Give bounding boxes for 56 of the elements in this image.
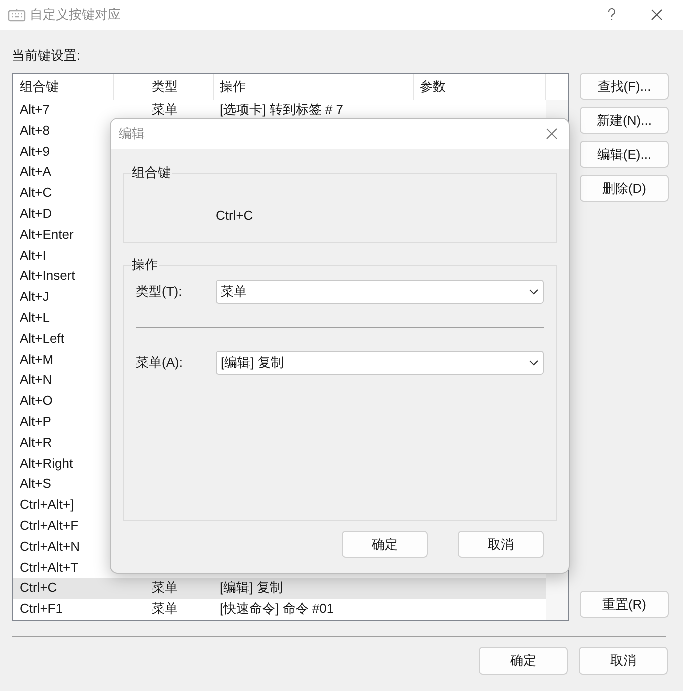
column-header[interactable]: 操作 (214, 74, 414, 100)
column-header[interactable]: 类型 (114, 74, 214, 100)
column-header[interactable]: 参数 (414, 74, 546, 100)
table-cell-text: [编辑] 复制 (219, 579, 283, 598)
close-icon[interactable] (651, 9, 663, 21)
table-cell-text: 菜单 (151, 600, 179, 618)
section-label: 当前键设置: (12, 47, 82, 65)
table-cell-text: Alt+N (19, 371, 54, 390)
footer-button[interactable]: 确定 (479, 647, 568, 675)
table-cell-text: Alt+9 (19, 142, 51, 161)
table-cell-text: Ctrl+Alt+T (19, 558, 80, 577)
dropdown[interactable]: 菜单 (216, 280, 544, 304)
keyboard-icon (8, 8, 26, 22)
column-header[interactable]: 组合键 (13, 74, 114, 100)
footer-button[interactable]: 取消 (579, 647, 668, 675)
table-cell-text: Alt+C (19, 184, 54, 202)
table-cell-text: [快速命令] 命令 #01 (219, 600, 334, 618)
table-cell-text: Alt+Insert (19, 267, 76, 286)
side-button[interactable]: 编辑(E)... (580, 141, 669, 168)
table-cell-text: Ctrl+Alt+F (19, 516, 80, 535)
table-row[interactable]: Ctrl+F1 菜单 [快速命令] 命令 #01 (13, 599, 546, 620)
table-cell-text: Alt+Left (19, 330, 66, 348)
chevron-down-icon (529, 360, 539, 366)
group-label: 组合键 (131, 165, 172, 181)
dialog-button[interactable]: 取消 (458, 531, 544, 558)
table-row[interactable]: Alt+7 菜单 [选项卡] 转到标签 # 7 (13, 100, 546, 121)
table-cell-text: Alt+7 (19, 101, 51, 119)
table-cell-text: Alt+R (19, 434, 54, 452)
table-cell-text: 菜单 (151, 101, 179, 119)
side-button[interactable]: 新建(N)... (580, 107, 669, 134)
help-icon[interactable] (607, 8, 617, 22)
chevron-down-icon (529, 289, 539, 295)
table-cell-text: Alt+Enter (19, 226, 75, 244)
table-cell-text: Ctrl+C (19, 579, 58, 598)
dropdown[interactable]: [编辑] 复制 (216, 351, 544, 375)
reset-button[interactable]: 重置(R) (580, 591, 669, 618)
table-cell-text: Alt+L (19, 308, 51, 327)
table-cell-text: 菜单 (151, 579, 179, 598)
side-button[interactable]: 查找(F)... (580, 73, 669, 100)
table-cell-text: Alt+S (19, 475, 52, 494)
table-cell-text: Alt+Right (19, 454, 74, 473)
group-label: 操作 (131, 257, 159, 273)
window-title: 自定义按键对应 (30, 6, 121, 24)
table-cell-text: Ctrl+F1 (19, 600, 64, 618)
field-label: 菜单(A): (136, 354, 184, 372)
field-label: 类型(T): (136, 283, 184, 302)
side-button[interactable]: 删除(D) (580, 175, 669, 202)
key-combination-value: Ctrl+C (216, 208, 254, 223)
table-cell-text: Alt+P (19, 412, 52, 431)
close-icon[interactable] (546, 128, 558, 140)
dialog-button[interactable]: 确定 (342, 531, 428, 558)
table-cell-text: Ctrl+Alt+] (19, 496, 76, 514)
table-row[interactable]: Ctrl+C 菜单 [编辑] 复制 (13, 578, 546, 600)
table-cell-text: [选项卡] 转到标签 # 7 (219, 101, 344, 119)
table-cell-text: Alt+O (19, 392, 54, 410)
dialog-title: 编辑 (119, 125, 145, 144)
